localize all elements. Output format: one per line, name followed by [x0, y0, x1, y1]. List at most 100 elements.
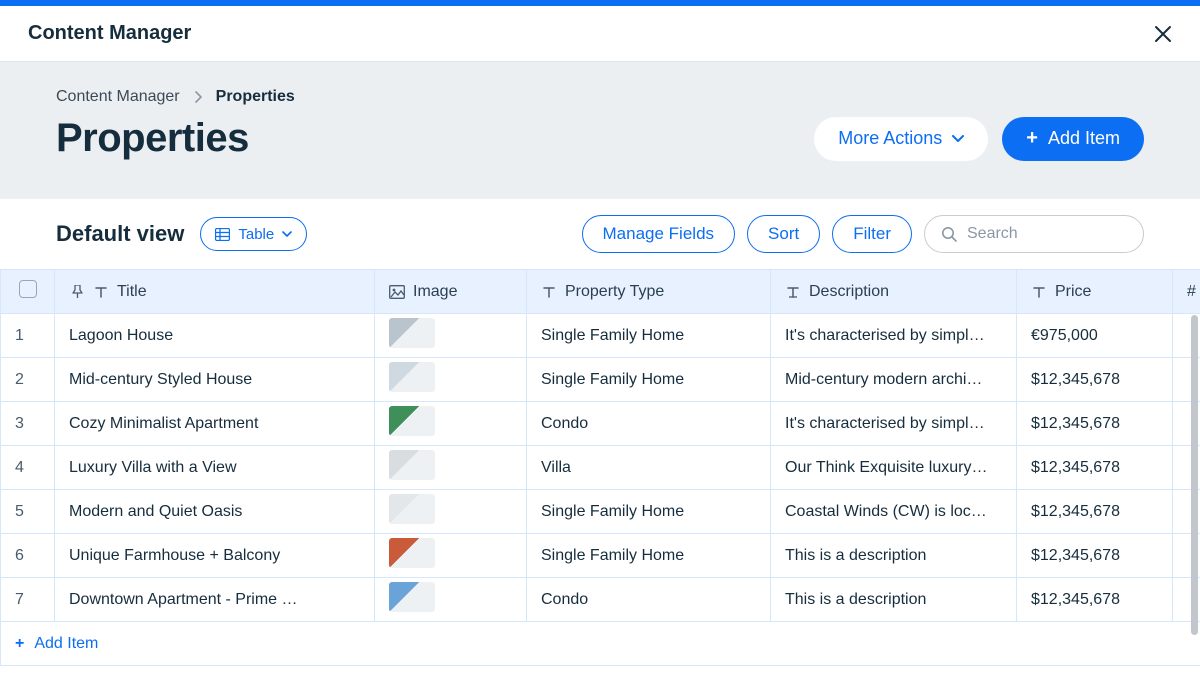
column-price-label: Price: [1055, 283, 1091, 301]
cell-price[interactable]: $12,345,678: [1017, 446, 1173, 490]
cell-price[interactable]: $12,345,678: [1017, 578, 1173, 622]
select-all-checkbox[interactable]: [19, 280, 37, 298]
row-index: 5: [1, 490, 55, 534]
text-field-icon: [541, 284, 557, 300]
add-item-row[interactable]: + Add Item: [1, 622, 1200, 666]
cell-title[interactable]: Mid-century Styled House: [55, 358, 375, 402]
cell-property-type[interactable]: Single Family Home: [527, 534, 771, 578]
column-extra[interactable]: #: [1173, 270, 1200, 314]
breadcrumb-current: Properties: [216, 88, 295, 106]
plus-icon: +: [15, 635, 24, 652]
thumbnail: [389, 450, 435, 480]
table-row[interactable]: 3Cozy Minimalist Apartment CondoIt's char…: [1, 402, 1200, 446]
column-property-type[interactable]: Property Type: [527, 270, 771, 314]
table-row[interactable]: 1Lagoon House Single Family HomeIt's char…: [1, 314, 1200, 358]
chevron-right-icon: [194, 91, 202, 103]
table-row[interactable]: 6Unique Farmhouse + BalconySingle Family…: [1, 534, 1200, 578]
close-button[interactable]: [1154, 25, 1172, 43]
column-select[interactable]: [1, 270, 55, 314]
cell-title[interactable]: Unique Farmhouse + Balcony: [55, 534, 375, 578]
row-index: 3: [1, 402, 55, 446]
column-extra-label: #: [1187, 283, 1196, 300]
thumbnail: [389, 362, 435, 392]
more-actions-label: More Actions: [838, 128, 942, 149]
cell-price[interactable]: $12,345,678: [1017, 534, 1173, 578]
table-row[interactable]: 7Downtown Apartment - Prime … CondoThis i…: [1, 578, 1200, 622]
cell-price[interactable]: $12,345,678: [1017, 490, 1173, 534]
thumbnail: [389, 318, 435, 348]
cell-image[interactable]: [375, 402, 527, 446]
cell-description[interactable]: This is a description: [771, 578, 1017, 622]
cell-title[interactable]: Downtown Apartment - Prime …: [55, 578, 375, 622]
cell-property-type[interactable]: Villa: [527, 446, 771, 490]
cell-description[interactable]: Our Think Exquisite luxury…: [771, 446, 1017, 490]
cell-property-type[interactable]: Single Family Home: [527, 358, 771, 402]
image-field-icon: [389, 284, 405, 300]
sort-button[interactable]: Sort: [747, 215, 820, 253]
cell-image[interactable]: [375, 578, 527, 622]
column-description[interactable]: Description: [771, 270, 1017, 314]
column-price[interactable]: Price: [1017, 270, 1173, 314]
manage-fields-button[interactable]: Manage Fields: [582, 215, 736, 253]
text-field-icon: [93, 284, 109, 300]
cell-image[interactable]: [375, 534, 527, 578]
app-title: Content Manager: [28, 22, 191, 45]
close-icon: [1154, 25, 1172, 43]
view-mode-label: Table: [238, 226, 274, 243]
header: Content Manager: [0, 6, 1200, 62]
column-title-label: Title: [117, 283, 147, 301]
cell-description[interactable]: Mid-century modern archi…: [771, 358, 1017, 402]
add-item-button[interactable]: + Add Item: [1002, 117, 1144, 161]
search-field[interactable]: [924, 215, 1144, 253]
cell-image[interactable]: [375, 490, 527, 534]
thumbnail: [389, 582, 435, 612]
table-row[interactable]: 2Mid-century Styled House Single Family H…: [1, 358, 1200, 402]
cell-description[interactable]: Coastal Winds (CW) is loc…: [771, 490, 1017, 534]
cell-property-type[interactable]: Single Family Home: [527, 314, 771, 358]
cell-title[interactable]: Cozy Minimalist Apartment: [55, 402, 375, 446]
richtext-field-icon: [785, 284, 801, 300]
column-ptype-label: Property Type: [565, 283, 664, 301]
cell-image[interactable]: [375, 314, 527, 358]
cell-title[interactable]: Lagoon House: [55, 314, 375, 358]
add-item-label: Add Item: [1048, 128, 1120, 149]
table-header-row: Title Image Property Type: [1, 270, 1200, 314]
row-index: 2: [1, 358, 55, 402]
cell-description[interactable]: It's characterised by simpl…: [771, 314, 1017, 358]
row-index: 1: [1, 314, 55, 358]
row-index: 4: [1, 446, 55, 490]
table-container: Title Image Property Type: [0, 269, 1200, 666]
cell-image[interactable]: [375, 358, 527, 402]
cell-image[interactable]: [375, 446, 527, 490]
breadcrumb-root[interactable]: Content Manager: [56, 88, 180, 106]
chevron-down-icon: [282, 231, 292, 238]
cell-property-type[interactable]: Condo: [527, 578, 771, 622]
view-mode-select[interactable]: Table: [200, 217, 307, 251]
text-field-icon: [1031, 284, 1047, 300]
cell-property-type[interactable]: Condo: [527, 402, 771, 446]
cell-property-type[interactable]: Single Family Home: [527, 490, 771, 534]
cell-title[interactable]: Luxury Villa with a View: [55, 446, 375, 490]
cell-price[interactable]: $12,345,678: [1017, 402, 1173, 446]
search-icon: [941, 226, 957, 242]
cell-price[interactable]: $12,345,678: [1017, 358, 1173, 402]
pin-icon: [69, 284, 85, 300]
table-row[interactable]: 5Modern and Quiet Oasis Single Family Hom…: [1, 490, 1200, 534]
thumbnail: [389, 494, 435, 524]
row-index: 7: [1, 578, 55, 622]
page-title: Properties: [56, 116, 249, 161]
toolbar: Default view Table Manage Fields Sort Fi…: [0, 199, 1200, 269]
search-input[interactable]: [967, 225, 1117, 243]
cell-title[interactable]: Modern and Quiet Oasis: [55, 490, 375, 534]
table-row[interactable]: 4Luxury Villa with a View VillaOur Think …: [1, 446, 1200, 490]
cell-description[interactable]: It's characterised by simpl…: [771, 402, 1017, 446]
column-title[interactable]: Title: [55, 270, 375, 314]
cell-price[interactable]: €975,000: [1017, 314, 1173, 358]
column-image[interactable]: Image: [375, 270, 527, 314]
cell-description[interactable]: This is a description: [771, 534, 1017, 578]
vertical-scrollbar[interactable]: [1191, 315, 1198, 635]
filter-button[interactable]: Filter: [832, 215, 912, 253]
add-item-footer-label: Add Item: [34, 635, 98, 652]
plus-icon: +: [1026, 127, 1038, 150]
more-actions-button[interactable]: More Actions: [814, 117, 988, 161]
